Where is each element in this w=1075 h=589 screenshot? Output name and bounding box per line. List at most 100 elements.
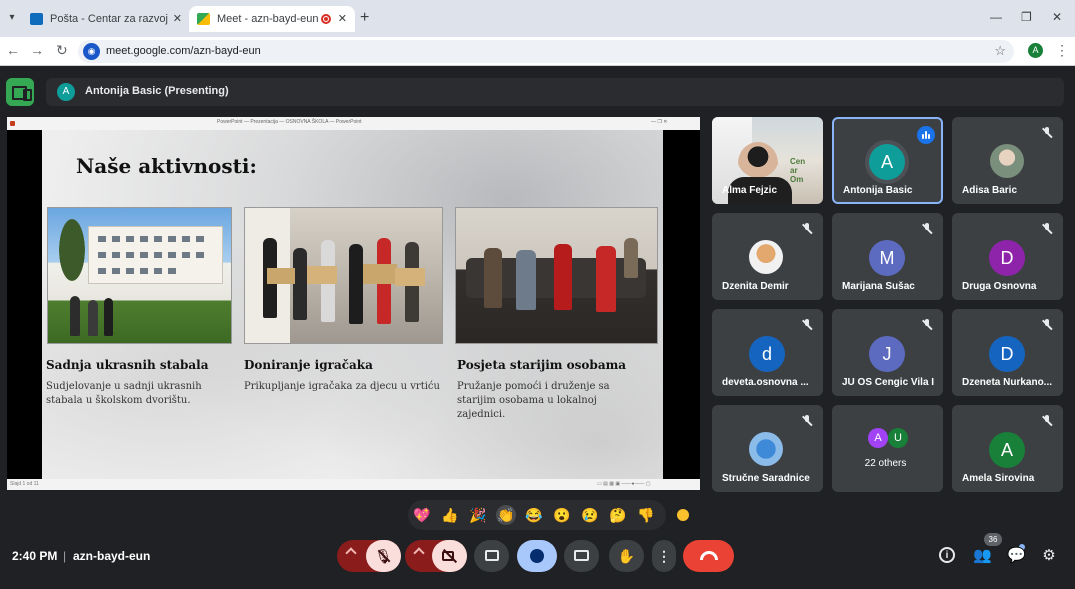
maximize-icon[interactable]: ❐ — [1021, 10, 1032, 24]
tab-search-icon[interactable]: ▾ — [4, 9, 20, 27]
camera-control[interactable] — [405, 540, 467, 572]
activities-icon[interactable]: ⚙ — [1040, 547, 1058, 565]
participant-name: Amela Sirovina — [962, 473, 1035, 484]
thinking-reaction[interactable]: 🤔 — [608, 505, 628, 525]
others-tile[interactable]: A U 22 others — [832, 405, 943, 492]
heart-reaction[interactable]: 💖 — [412, 505, 432, 525]
others-count: 22 others — [864, 458, 907, 469]
participant-avatar: A — [868, 428, 888, 448]
participant-tile[interactable]: Dzenita Demir — [712, 213, 823, 300]
ppt-window-title: PowerPoint — Prezentacija — OSNOVNA ŠKOL… — [217, 119, 362, 125]
participant-avatar: D — [989, 240, 1025, 276]
close-tab-icon[interactable]: ✕ — [338, 6, 347, 32]
leave-call-button[interactable] — [683, 540, 734, 572]
sad-reaction[interactable]: 😢 — [580, 505, 600, 525]
profile-avatar[interactable]: A — [1028, 43, 1043, 58]
participant-photo — [990, 144, 1024, 178]
participant-tile-active[interactable]: A Antonija Basic — [832, 117, 943, 204]
mic-off-icon — [1042, 319, 1052, 331]
thumbs-up-reaction[interactable]: 👍 — [440, 505, 460, 525]
participant-tile[interactable]: D Dzeneta Nurkano... — [952, 309, 1063, 396]
mic-off-icon — [1042, 415, 1052, 427]
presenter-avatar: A — [57, 83, 75, 101]
participant-name: Antonija Basic — [843, 185, 913, 196]
chevron-up-icon[interactable] — [413, 547, 425, 559]
info-icon[interactable]: i — [939, 547, 955, 563]
bookmark-star-icon[interactable]: ☆ — [994, 43, 1006, 59]
participant-tile[interactable]: M Marijana Sušac — [832, 213, 943, 300]
mic-toggle-button[interactable]: 🎙 — [366, 540, 401, 572]
new-tab-icon[interactable]: + — [360, 9, 369, 27]
meeting-code: azn-bayd-eun — [73, 549, 151, 563]
call-end-icon — [700, 551, 718, 560]
participant-photo — [749, 432, 783, 466]
party-reaction[interactable]: 🎉 — [468, 505, 488, 525]
microphone-control[interactable]: 🎙 — [337, 540, 401, 572]
laugh-reaction[interactable]: 😂 — [524, 505, 544, 525]
thumbs-down-reaction[interactable]: 👎 — [636, 505, 656, 525]
participant-tile[interactable]: D Druga Osnovna — [952, 213, 1063, 300]
participant-tile[interactable]: Adisa Baric — [952, 117, 1063, 204]
participant-name: deveta.osnovna ... — [722, 377, 809, 388]
reload-icon[interactable]: ↻ — [56, 42, 68, 59]
people-icon[interactable]: 👥 — [973, 547, 992, 565]
more-options-button[interactable]: ⋮ — [652, 540, 676, 572]
raise-hand-button[interactable]: ✋ — [609, 540, 644, 572]
present-button[interactable] — [564, 540, 599, 572]
outlook-icon — [30, 13, 43, 25]
participant-name: Dzeneta Nurkano... — [962, 377, 1053, 388]
participant-name: Adisa Baric — [962, 185, 1018, 196]
ppt-view-controls: ▭ ▤ ▦ ▣ ——●—— ▢ — [597, 481, 651, 487]
photo-trees — [47, 207, 232, 344]
url-text: meet.google.com/azn-bayd-eun — [106, 45, 261, 57]
participant-avatar: d — [749, 336, 785, 372]
tab-label: Meet - azn-bayd-eun — [217, 13, 319, 25]
chevron-up-icon[interactable] — [345, 547, 357, 559]
participant-name: JU OS Cengic Vila I — [842, 377, 935, 388]
tab-meet[interactable]: Meet - azn-bayd-eun ✕ — [189, 6, 355, 32]
skin-tone-icon[interactable] — [675, 507, 691, 523]
back-icon[interactable]: ← — [6, 42, 20, 58]
presenting-label: Antonija Basic (Presenting) — [85, 85, 229, 97]
participant-tile[interactable]: J JU OS Cengic Vila I — [832, 309, 943, 396]
participant-tile[interactable]: d deveta.osnovna ... — [712, 309, 823, 396]
ppt-window-controls: — ❐ ✕ — [651, 119, 668, 125]
participant-avatar: M — [869, 240, 905, 276]
caption-text: Sudjelovanje u sadnji ukrasnih stabala u… — [46, 381, 202, 406]
surprised-reaction[interactable]: 😮 — [552, 505, 572, 525]
meeting-time: 2:40 PM — [12, 549, 58, 563]
meet-icon — [197, 13, 210, 25]
participant-tile[interactable]: A Amela Sirovina — [952, 405, 1063, 492]
captions-icon — [485, 550, 499, 561]
mic-off-icon — [802, 319, 812, 331]
ppt-window-titlebar: PowerPoint — Prezentacija — OSNOVNA ŠKOL… — [7, 117, 700, 130]
photo-visit — [455, 207, 658, 344]
participant-tile[interactable]: Stručne Saradnice — [712, 405, 823, 492]
minimize-icon[interactable]: — — [990, 10, 1002, 24]
participant-tile[interactable]: Cen ar Om Alma Fejzic — [712, 117, 823, 204]
close-tab-icon[interactable]: ✕ — [173, 6, 182, 32]
layout-icon[interactable] — [6, 78, 34, 106]
close-window-icon[interactable]: ✕ — [1052, 10, 1062, 24]
camera-toggle-button[interactable] — [432, 540, 467, 572]
mic-off-icon — [802, 415, 812, 427]
mic-off-icon — [922, 223, 932, 235]
forward-icon[interactable]: → — [30, 42, 44, 58]
slide-title: Naše aktivnosti: — [76, 154, 257, 178]
caption-text: Pružanje pomoći i druženje sa starijim o… — [457, 381, 610, 420]
browser-menu-icon[interactable]: ⋮ — [1055, 42, 1069, 59]
url-input[interactable]: ◉ meet.google.com/azn-bayd-eun ☆ — [78, 40, 1014, 63]
clap-reaction[interactable]: 👏 — [496, 505, 516, 525]
participant-name: Alma Fejzic — [722, 185, 778, 196]
mic-off-icon — [1042, 223, 1052, 235]
ppt-status-text: Slajd 1 od 11 — [10, 481, 39, 487]
chat-icon[interactable]: 💬 — [1007, 547, 1026, 565]
caption-title: Doniranje igračaka — [244, 358, 373, 372]
tab-posta[interactable]: Pošta - Centar za razvoj omlad ✕ — [22, 6, 190, 32]
captions-button[interactable] — [474, 540, 509, 572]
emoji-button[interactable] — [517, 540, 557, 572]
site-info-icon[interactable]: ◉ — [83, 43, 100, 60]
caption-title: Posjeta starijim osobama — [457, 358, 627, 372]
participant-name: Marijana Sušac — [842, 281, 915, 292]
caption-text: Prikupljanje igračaka za djecu u vrtiću — [244, 381, 440, 392]
